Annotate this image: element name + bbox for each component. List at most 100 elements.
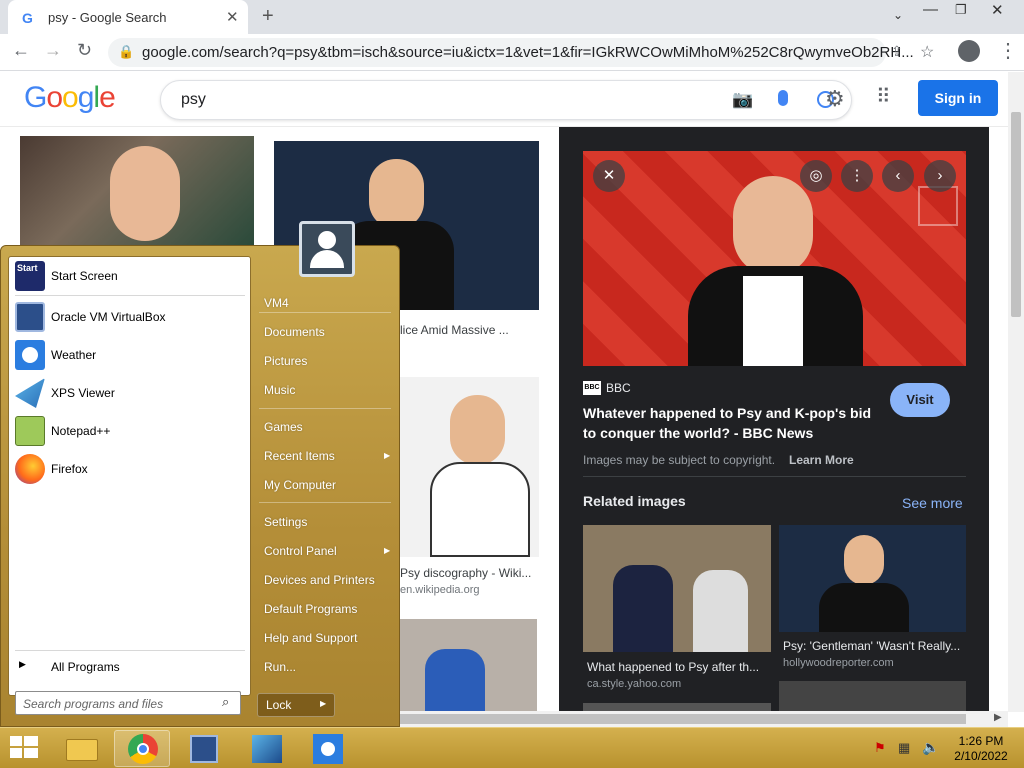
start-right-settings[interactable]: Settings xyxy=(264,515,307,529)
preview-source-name[interactable]: BBC xyxy=(606,381,631,395)
browser-titlebar: G psy - Google Search ✕ + ⌄ — ❐ ✕ xyxy=(0,0,1024,34)
restore-icon[interactable]: ❐ xyxy=(955,2,967,18)
taskbar: ⚑ ▦ 🔈 1:26 PM 2/10/2022 xyxy=(0,727,1024,768)
start-search-icon[interactable]: ⌕ xyxy=(222,694,229,710)
lock-icon[interactable]: 🔒 xyxy=(118,44,134,60)
scroll-right-icon[interactable]: ▶ xyxy=(994,712,1002,723)
related-source-1[interactable]: ca.style.yahoo.com xyxy=(587,678,681,690)
settings-gear-icon[interactable]: ⚙ xyxy=(825,86,845,112)
user-avatar-body-icon xyxy=(310,250,344,268)
preview-title-line1[interactable]: Whatever happened to Psy and K-pop's bid xyxy=(583,405,871,421)
close-preview-icon[interactable]: ✕ xyxy=(593,160,625,192)
start-item-virtualbox[interactable]: Oracle VM VirtualBox xyxy=(15,300,245,334)
previous-image-icon[interactable]: ‹ xyxy=(882,160,914,192)
reload-icon[interactable]: ↻ xyxy=(77,40,92,61)
start-search-box[interactable]: Search programs and files ⌕ xyxy=(15,691,241,715)
start-item-weather[interactable]: Weather xyxy=(15,338,245,372)
lens-icon[interactable]: ◎ xyxy=(800,160,832,192)
search-box[interactable]: psy 📷 ⚙ xyxy=(160,80,852,120)
address-bar[interactable]: 🔒 google.com/search?q=psy&tbm=isch&sourc… xyxy=(108,38,934,67)
start-right-pictures[interactable]: Pictures xyxy=(264,354,307,368)
camera-search-icon[interactable]: 📷 xyxy=(732,90,753,110)
related-image-2[interactable] xyxy=(779,525,966,632)
search-input[interactable]: psy xyxy=(181,91,206,109)
start-right-control-panel[interactable]: Control Panel xyxy=(264,544,337,558)
taskbar-xps-viewer[interactable] xyxy=(238,730,294,767)
taskbar-weather[interactable] xyxy=(300,730,356,767)
windows-start-icon[interactable] xyxy=(10,736,38,760)
taskbar-file-explorer[interactable] xyxy=(54,730,110,767)
window-close-icon[interactable]: ✕ xyxy=(991,1,1004,19)
learn-more-link[interactable]: Learn More xyxy=(789,453,854,467)
start-right-vm4[interactable]: VM4 xyxy=(264,296,289,310)
result-source[interactable]: en.wikipedia.org xyxy=(400,584,480,596)
preview-image[interactable]: ✕ ◎ ⋮ ‹ › xyxy=(583,151,966,366)
start-right-devices-printers[interactable]: Devices and Printers xyxy=(264,573,375,587)
image-result-4[interactable] xyxy=(400,619,537,711)
result-photo xyxy=(110,146,180,241)
taskbar-chrome[interactable] xyxy=(114,730,170,767)
related-image-1[interactable] xyxy=(583,525,771,652)
start-menu: Start Start Screen Oracle VM VirtualBox … xyxy=(0,221,400,727)
start-right-music[interactable]: Music xyxy=(264,383,295,397)
start-item-notepadpp[interactable]: Notepad++ xyxy=(15,414,245,448)
preview-photo-face xyxy=(733,176,813,276)
related-caption-1[interactable]: What happened to Psy after th... xyxy=(587,660,759,674)
start-item-label: Weather xyxy=(51,348,97,362)
lock-options-arrow-icon[interactable]: ▶ xyxy=(320,699,326,708)
back-icon[interactable]: ← xyxy=(12,40,30,61)
all-programs-button[interactable]: ▶ All Programs xyxy=(15,655,245,679)
related-image-3[interactable] xyxy=(583,703,771,711)
url-text[interactable]: google.com/search?q=psy&tbm=isch&source=… xyxy=(142,44,914,61)
voice-search-icon[interactable] xyxy=(778,90,788,106)
browser-tab[interactable]: G psy - Google Search ✕ xyxy=(8,0,248,34)
more-options-icon[interactable]: ⋮ xyxy=(841,160,873,192)
lock-button[interactable]: Lock ▶ xyxy=(257,693,335,717)
next-image-icon[interactable]: › xyxy=(924,160,956,192)
xps-viewer-icon xyxy=(252,735,282,763)
profile-avatar-icon[interactable] xyxy=(958,40,980,62)
share-icon[interactable]: ⇪ xyxy=(891,43,903,60)
visit-button[interactable]: Visit xyxy=(890,383,950,417)
vertical-scrollbar[interactable] xyxy=(1008,72,1024,712)
related-source-2[interactable]: hollywoodreporter.com xyxy=(783,657,894,669)
vertical-scroll-thumb[interactable] xyxy=(1011,112,1021,317)
related-image-4[interactable] xyxy=(779,681,966,711)
chrome-menu-icon[interactable]: ⋮ xyxy=(998,38,1018,63)
forward-icon[interactable]: → xyxy=(44,40,62,61)
start-right-help-support[interactable]: Help and Support xyxy=(264,631,357,645)
start-right-default-programs[interactable]: Default Programs xyxy=(264,602,357,616)
preview-title-line2[interactable]: to conquer the world? - BBC News xyxy=(583,425,813,441)
result-caption[interactable]: Psy discography - Wiki... xyxy=(400,566,531,580)
sign-in-button[interactable]: Sign in xyxy=(918,80,998,116)
bookmark-star-icon[interactable]: ☆ xyxy=(920,42,934,62)
start-item-xps-viewer[interactable]: XPS Viewer xyxy=(15,376,245,410)
system-clock[interactable]: 1:26 PM 2/10/2022 xyxy=(946,734,1016,764)
taskbar-virtualbox[interactable] xyxy=(176,730,232,767)
start-item-firefox[interactable]: Firefox xyxy=(15,452,245,486)
start-right-my-computer[interactable]: My Computer xyxy=(264,478,336,492)
image-result-3[interactable] xyxy=(400,377,539,557)
see-more-link[interactable]: See more xyxy=(902,495,963,511)
related-caption-2[interactable]: Psy: 'Gentleman' 'Wasn't Really... xyxy=(783,639,960,653)
start-item-start-screen[interactable]: Start Start Screen xyxy=(15,259,245,293)
image-result-1[interactable] xyxy=(20,136,254,246)
action-center-flag-icon[interactable]: ⚑ xyxy=(874,740,886,756)
start-item-label: Start Screen xyxy=(51,269,118,283)
google-logo[interactable]: Google xyxy=(24,81,116,115)
start-right-recent-items[interactable]: Recent Items xyxy=(264,449,335,463)
tab-close-icon[interactable]: ✕ xyxy=(226,8,239,26)
start-right-documents[interactable]: Documents xyxy=(264,325,325,339)
start-right-run[interactable]: Run... xyxy=(264,660,296,674)
network-icon[interactable]: ▦ xyxy=(898,740,910,756)
tab-search-chevron-icon[interactable]: ⌄ xyxy=(893,8,903,22)
minimize-icon[interactable]: — xyxy=(923,1,938,18)
user-avatar[interactable] xyxy=(299,221,355,277)
result-caption[interactable]: lice Amid Massive ... xyxy=(400,323,509,337)
start-right-games[interactable]: Games xyxy=(264,420,303,434)
related-photo xyxy=(693,570,748,652)
related-photo xyxy=(819,583,909,632)
volume-icon[interactable]: 🔈 xyxy=(922,739,939,756)
new-tab-icon[interactable]: + xyxy=(262,5,274,28)
apps-grid-icon[interactable]: ⠿ xyxy=(876,84,891,109)
